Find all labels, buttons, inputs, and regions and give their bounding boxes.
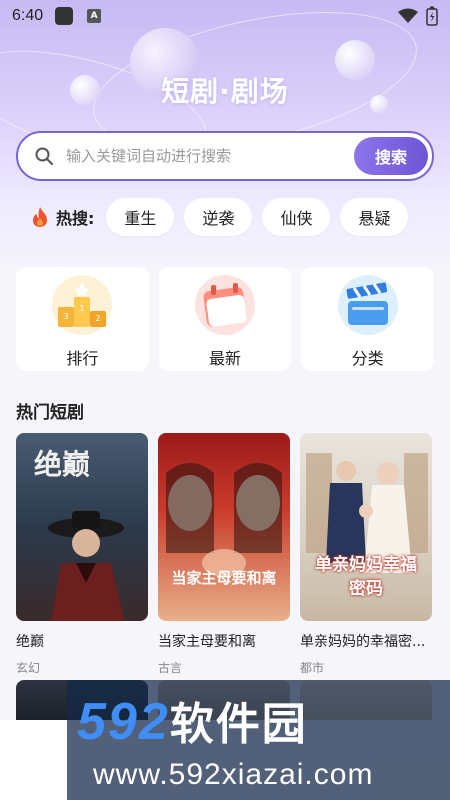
watermark-brand-number: 592 <box>77 693 170 751</box>
poster-title: 单亲妈妈幸福密码 <box>315 555 417 599</box>
poster-art <box>166 463 282 577</box>
drama-card[interactable]: 单亲妈妈幸福密码 单亲妈妈的幸福密... 都市 <box>300 433 432 676</box>
category-latest[interactable]: 最新 <box>158 267 292 371</box>
hot-search-label: 热搜: <box>56 209 95 228</box>
svg-text:1: 1 <box>80 304 85 313</box>
keyboard-a-icon: A <box>87 9 102 23</box>
app-notification-icon <box>55 7 74 25</box>
search-icon <box>35 147 53 165</box>
drama-name: 绝巅 <box>16 634 44 650</box>
search-button[interactable]: 搜索 <box>354 137 428 175</box>
poster-title: 当家主母要和离 <box>171 569 277 587</box>
bottom-nav-partial <box>0 720 70 800</box>
drama-list: 绝巅 绝巅 玄幻 当家主母要和离 当家主母要和离 古言 单亲妈妈幸福密码 单亲妈… <box>16 433 434 676</box>
hot-tag[interactable]: 悬疑 <box>340 198 409 236</box>
drama-genre: 古言 <box>158 661 183 675</box>
hot-tag[interactable]: 仙侠 <box>262 198 331 236</box>
wifi-icon <box>398 8 418 23</box>
drama-genre: 都市 <box>300 661 325 675</box>
drama-name: 单亲妈妈的幸福密... <box>300 634 426 650</box>
podium-icon: 3 1 2 <box>52 275 113 335</box>
category-label: 分类 <box>351 349 384 368</box>
category-classify[interactable]: 分类 <box>301 267 435 371</box>
battery-icon <box>426 6 438 26</box>
drama-poster[interactable]: 绝巅 <box>16 433 148 621</box>
drama-card[interactable]: 当家主母要和离 当家主母要和离 古言 <box>158 433 290 676</box>
category-ranking[interactable]: 3 1 2 排行 <box>16 267 149 371</box>
drama-genre: 玄幻 <box>16 661 41 675</box>
watermark-url: www.592xiazai.com <box>93 758 374 791</box>
calendar-icon <box>195 275 255 335</box>
hot-tag[interactable]: 逆袭 <box>184 198 253 236</box>
fire-icon <box>33 207 47 227</box>
drama-poster[interactable]: 单亲妈妈幸福密码 <box>300 433 432 621</box>
watermark-brand-cn: 软件园 <box>169 699 308 750</box>
category-cards: 3 1 2 排行 最新 分类 <box>16 267 435 371</box>
page-title: 短剧·剧场 <box>161 75 289 108</box>
watermark-overlay: 592软件园 www.592xiazai.com <box>67 680 450 800</box>
category-label: 排行 <box>66 349 99 368</box>
poster-title: 绝巅 <box>34 448 91 481</box>
clapperboard-icon <box>337 275 398 335</box>
hot-tag[interactable]: 重生 <box>106 198 175 236</box>
watermark-brand: 592软件园 <box>77 688 308 752</box>
category-label: 最新 <box>209 349 242 368</box>
status-bar: 6:40 A <box>0 0 450 32</box>
search-bar[interactable]: 搜索 <box>16 131 434 181</box>
svg-text:2: 2 <box>96 314 101 323</box>
section-title: 热门短剧 <box>16 403 84 423</box>
svg-text:3: 3 <box>64 312 69 321</box>
drama-name: 当家主母要和离 <box>158 634 256 650</box>
drama-card[interactable]: 绝巅 绝巅 玄幻 <box>16 433 148 676</box>
status-time: 6:40 <box>12 7 44 24</box>
search-input[interactable] <box>66 147 336 165</box>
hot-search-row: 热搜: 重生 逆袭 仙侠 悬疑 <box>30 197 418 237</box>
drama-poster[interactable]: 当家主母要和离 <box>158 433 290 621</box>
